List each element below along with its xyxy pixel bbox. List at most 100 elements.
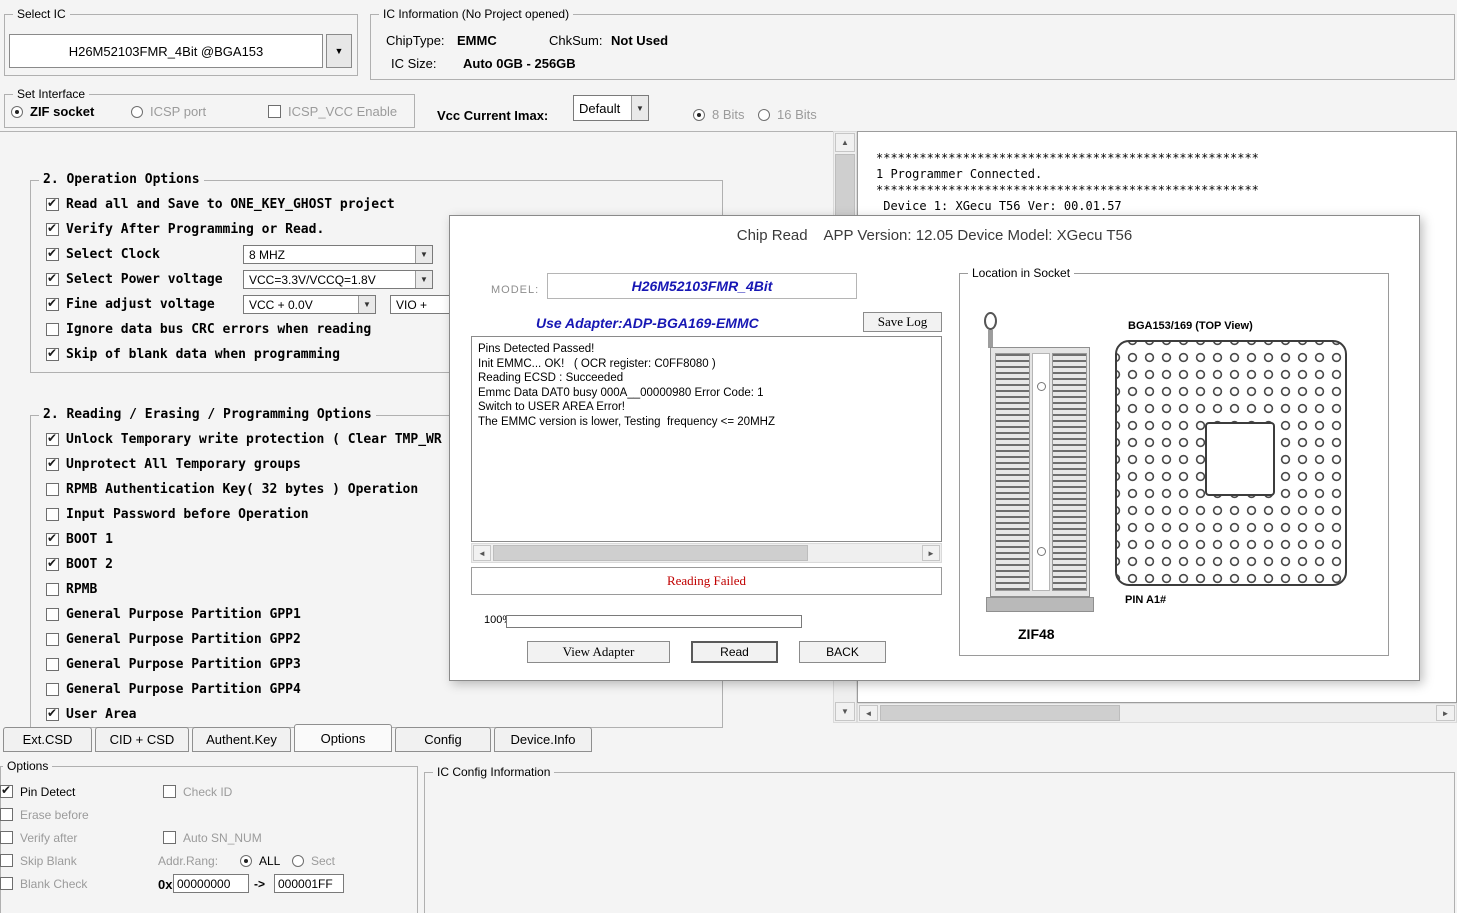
rw-row-gpp2[interactable]: General Purpose Partition GPP2	[46, 631, 301, 648]
addr-from-input[interactable]	[173, 874, 249, 893]
checkbox[interactable]	[46, 273, 59, 286]
checkbox[interactable]	[46, 558, 59, 571]
addr-all-radio[interactable]	[240, 855, 252, 867]
option-row-read-all[interactable]: Read all and Save to ONE_KEY_GHOST proje…	[46, 196, 395, 213]
view-adapter-button[interactable]: View Adapter	[527, 641, 670, 663]
log-horizontal-scrollbar[interactable]: ◄ ►	[857, 703, 1457, 723]
tab-ext-csd[interactable]: Ext.CSD	[3, 727, 92, 752]
dialog-horizontal-scrollbar[interactable]: ◄ ►	[471, 543, 942, 563]
bits-8-radio[interactable]	[693, 109, 705, 121]
option-row-ignore-crc[interactable]: Ignore data bus CRC errors when reading	[46, 321, 371, 338]
checkbox[interactable]	[46, 683, 59, 696]
rw-row-gpp4[interactable]: General Purpose Partition GPP4	[46, 681, 301, 698]
pin-detect-checkbox[interactable]	[0, 785, 13, 798]
read-button[interactable]: Read	[691, 641, 778, 663]
dialog-log-box[interactable]: Pins Detected Passed! Init EMMC... OK! (…	[471, 336, 942, 542]
checkbox[interactable]	[46, 223, 59, 236]
rw-row-user-area[interactable]: User Area	[46, 706, 136, 723]
bits-16-option[interactable]: 16 Bits	[758, 106, 817, 123]
skip-blank-checkbox[interactable]	[0, 854, 13, 867]
option-row-select-power[interactable]: Select Power voltage	[46, 271, 223, 288]
checkbox[interactable]	[46, 483, 59, 496]
rw-row-rpmb-key[interactable]: RPMB Authentication Key( 32 bytes ) Oper…	[46, 481, 418, 498]
rw-row-rpmb[interactable]: RPMB	[46, 581, 97, 598]
icsp-port-radio[interactable]	[131, 106, 143, 118]
vertical-scrollbar-thumb[interactable]	[835, 154, 855, 224]
power-voltage-select[interactable]: VCC=3.3V/VCCQ=1.8V ▼	[243, 270, 433, 289]
rw-row-gpp1[interactable]: General Purpose Partition GPP1	[46, 606, 301, 623]
rw-row-gpp3[interactable]: General Purpose Partition GPP3	[46, 656, 301, 673]
option-row-fine-adjust[interactable]: Fine adjust voltage	[46, 296, 215, 313]
auto-sn-checkbox[interactable]	[163, 831, 176, 844]
bits-8-option[interactable]: 8 Bits	[693, 106, 745, 123]
scroll-left-icon[interactable]: ◄	[473, 545, 491, 561]
rw-row-boot2[interactable]: BOOT 2	[46, 556, 113, 573]
ic-select-combobox[interactable]: H26M52103FMR_4Bit @BGA153	[9, 34, 323, 68]
blank-check-option[interactable]: Blank Check	[0, 875, 87, 892]
addr-sect-option[interactable]: Sect	[292, 852, 335, 869]
rw-row-password[interactable]: Input Password before Operation	[46, 506, 309, 523]
tab-authent-key[interactable]: Authent.Key	[192, 727, 291, 752]
blank-check-checkbox[interactable]	[0, 877, 13, 890]
tab-config[interactable]: Config	[395, 727, 491, 752]
checkbox[interactable]	[46, 348, 59, 361]
auto-sn-option[interactable]: Auto SN_NUM	[163, 829, 262, 846]
log-hscroll-thumb[interactable]	[880, 705, 1120, 721]
checkbox[interactable]	[46, 608, 59, 621]
vcc-adjust-select[interactable]: VCC + 0.0V ▼	[243, 295, 376, 314]
back-button[interactable]: BACK	[799, 641, 886, 663]
addr-all-option[interactable]: ALL	[240, 852, 280, 869]
addr-to-input[interactable]	[274, 874, 344, 893]
clock-select[interactable]: 8 MHZ ▼	[243, 245, 433, 264]
pin-detect-option[interactable]: Pin Detect	[0, 783, 75, 800]
erase-before-checkbox[interactable]	[0, 808, 13, 821]
zif-socket-option[interactable]: ZIF socket	[11, 103, 94, 120]
scroll-down-icon[interactable]: ▼	[835, 702, 855, 721]
option-row-select-clock[interactable]: Select Clock	[46, 246, 160, 263]
option-row-skip-blank[interactable]: Skip of blank data when programming	[46, 346, 340, 363]
checkbox[interactable]	[46, 248, 59, 261]
select-ic-group: Select IC H26M52103FMR_4Bit @BGA153 ▼	[4, 14, 358, 76]
scroll-up-icon[interactable]: ▲	[835, 133, 855, 152]
checkbox[interactable]	[46, 433, 59, 446]
checkbox[interactable]	[46, 298, 59, 311]
dialog-hscroll-thumb[interactable]	[493, 545, 808, 561]
verify-after-checkbox[interactable]	[0, 831, 13, 844]
rw-row-boot1[interactable]: BOOT 1	[46, 531, 113, 548]
check-id-checkbox[interactable]	[163, 785, 176, 798]
icsp-vcc-option[interactable]: ICSP_VCC Enable	[268, 103, 397, 120]
verify-after-option[interactable]: Verify after	[0, 829, 77, 846]
tab-cid-csd[interactable]: CID + CSD	[95, 727, 189, 752]
tab-device-info[interactable]: Device.Info	[494, 727, 592, 752]
rw-row-unprotect[interactable]: Unprotect All Temporary groups	[46, 456, 301, 473]
scroll-right-icon[interactable]: ►	[1436, 705, 1455, 721]
checkbox[interactable]	[46, 198, 59, 211]
bga-center-cutout	[1205, 422, 1275, 496]
zif-socket-radio[interactable]	[11, 106, 23, 118]
checkbox[interactable]	[46, 633, 59, 646]
check-id-option[interactable]: Check ID	[163, 783, 232, 800]
skip-blank-option[interactable]: Skip Blank	[0, 852, 77, 869]
checkbox[interactable]	[46, 458, 59, 471]
dialog-log-line: The EMMC version is lower, Testing frequ…	[478, 415, 935, 430]
tab-options[interactable]: Options	[294, 724, 392, 752]
icsp-port-option[interactable]: ICSP port	[131, 103, 206, 120]
checkbox[interactable]	[46, 323, 59, 336]
bits-16-radio[interactable]	[758, 109, 770, 121]
save-log-button[interactable]: Save Log	[863, 312, 942, 332]
scroll-left-icon[interactable]: ◄	[859, 705, 878, 721]
addr-sect-radio[interactable]	[292, 855, 304, 867]
rw-row-unlock-tmp[interactable]: Unlock Temporary write protection ( Clea…	[46, 431, 442, 448]
ic-select-dropdown-button[interactable]: ▼	[326, 34, 352, 68]
addr-rang-label: Addr.Rang:	[158, 854, 218, 868]
checkbox[interactable]	[46, 583, 59, 596]
erase-before-option[interactable]: Erase before	[0, 806, 89, 823]
checkbox[interactable]	[46, 533, 59, 546]
option-row-verify-after[interactable]: Verify After Programming or Read.	[46, 221, 324, 238]
checkbox[interactable]	[46, 708, 59, 721]
icsp-vcc-checkbox[interactable]	[268, 105, 281, 118]
scroll-right-icon[interactable]: ►	[922, 545, 940, 561]
checkbox[interactable]	[46, 508, 59, 521]
checkbox[interactable]	[46, 658, 59, 671]
vcc-current-select[interactable]: Default ▼	[573, 95, 649, 121]
